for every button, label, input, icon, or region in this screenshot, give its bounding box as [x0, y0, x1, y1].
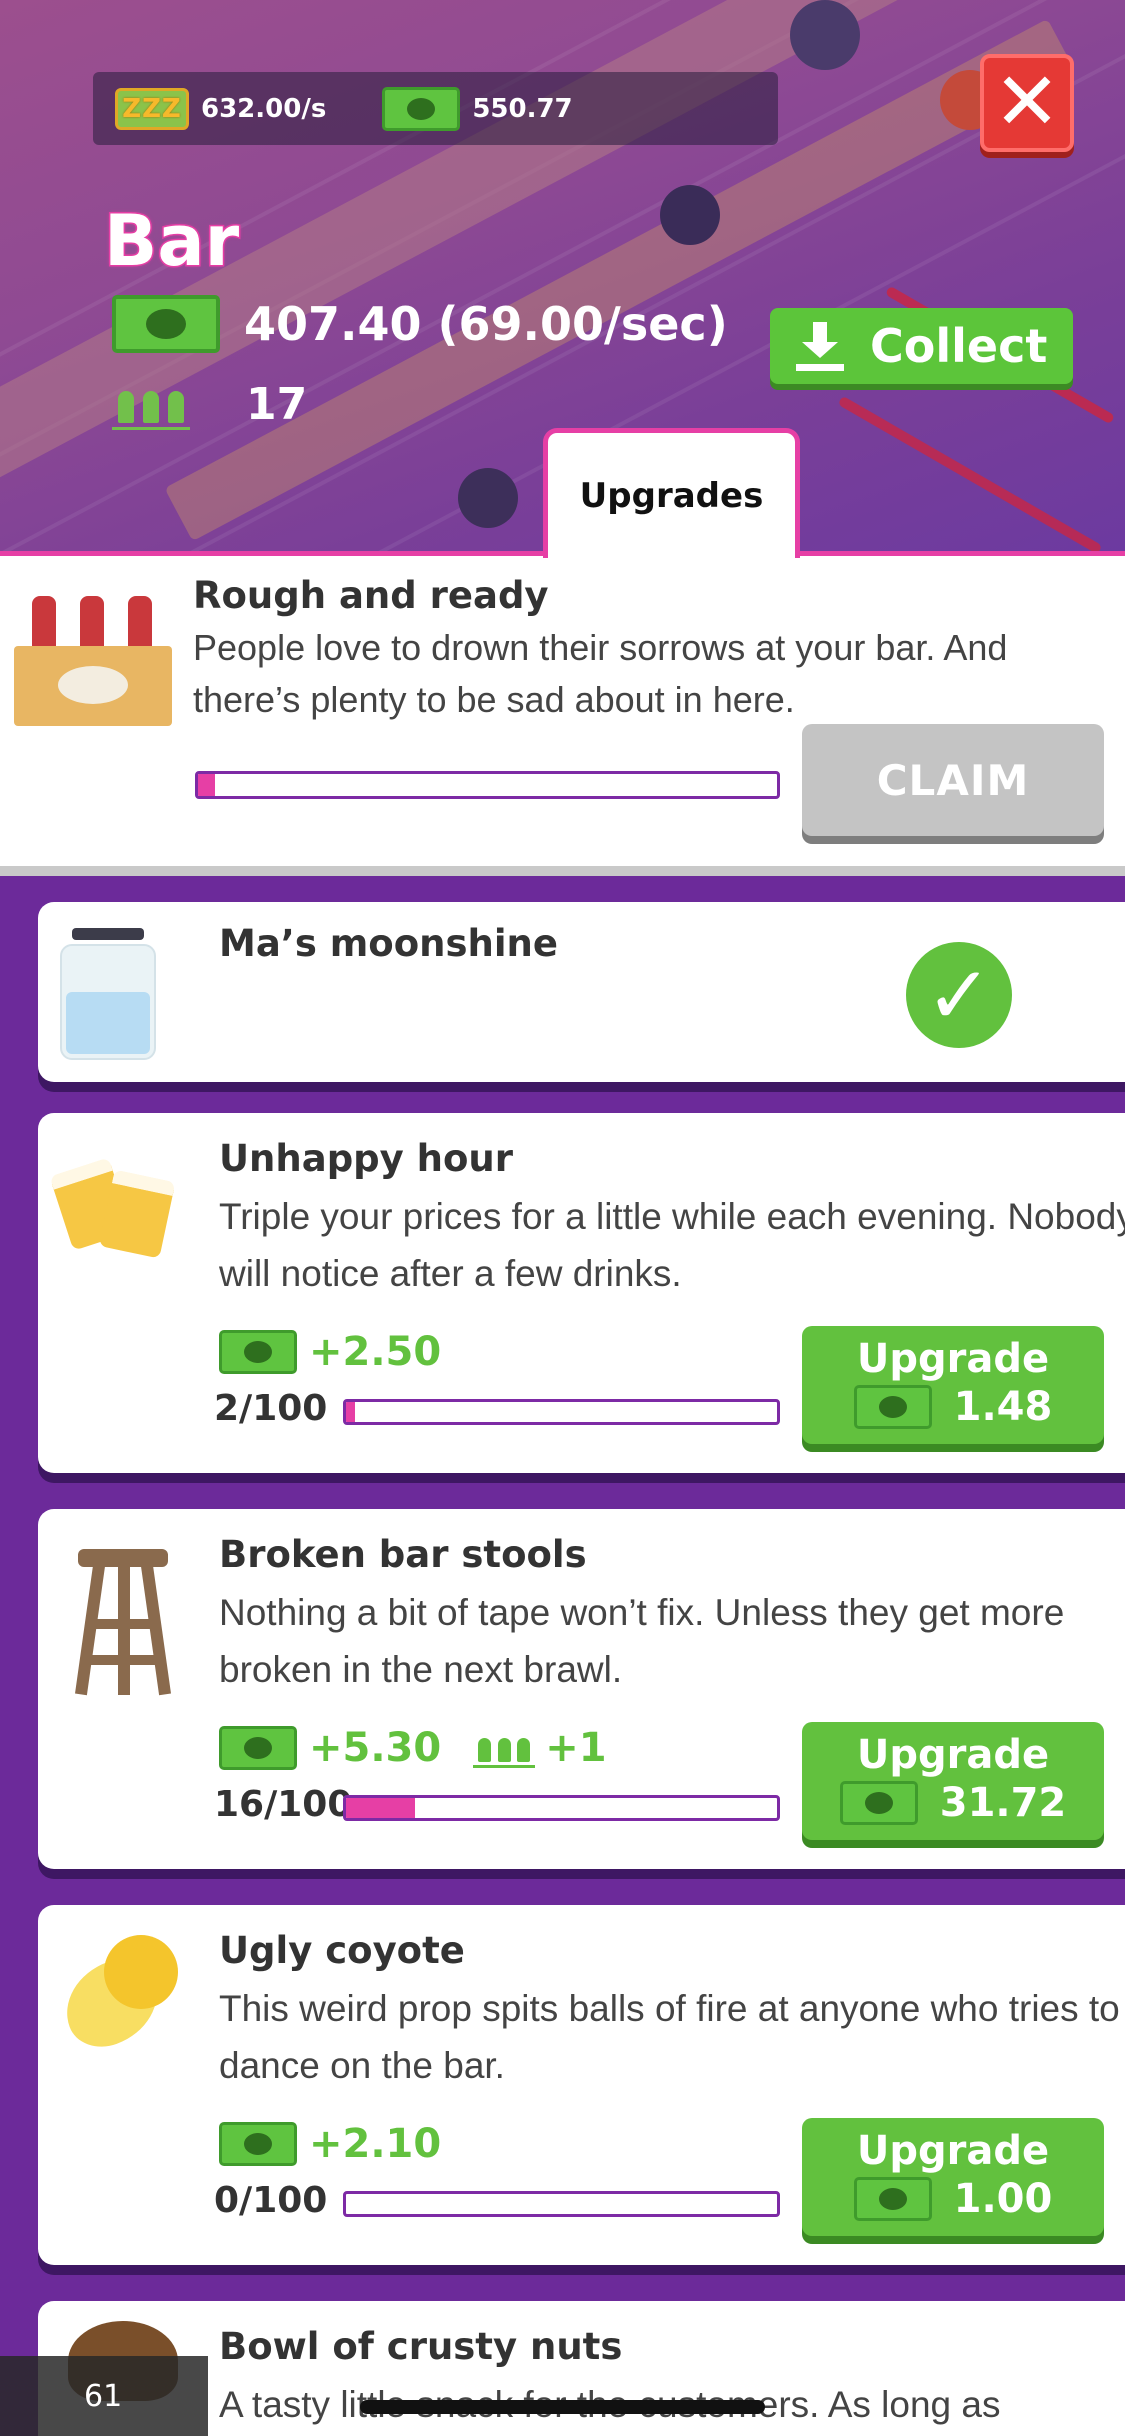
quest-panel: Rough and ready People love to drown the…	[0, 556, 1125, 876]
upgrade-description: Triple your prices for a little while ea…	[219, 1196, 1125, 1294]
upgrade-card-ugly-coyote: Ugly coyote This weird prop spits balls …	[38, 1905, 1125, 2265]
collect-label: Collect	[870, 319, 1048, 373]
download-icon	[796, 320, 844, 372]
resource-bar: ZZZ 632.00/s 550.77	[93, 72, 778, 145]
fireball-icon	[53, 1933, 190, 2058]
upgrade-progress-bar	[343, 1795, 780, 1821]
upgrade-card-bar-stools: Broken bar stools Nothing a bit of tape …	[38, 1509, 1125, 1869]
income-value: 407.40 (69.00/sec)	[244, 297, 728, 351]
upgrade-button[interactable]: Upgrade 31.72	[802, 1722, 1104, 1840]
upgrade-level: 16/100	[214, 1784, 353, 1825]
upgrade-card-unhappy-hour: Unhappy hour Triple your prices for a li…	[38, 1113, 1125, 1473]
upgrade-progress-fill	[346, 1402, 355, 1422]
upgrade-level: 2/100	[214, 1388, 328, 1429]
quest-progress-bar	[195, 771, 780, 799]
quest-description: People love to drown their sorrows at yo…	[193, 627, 1008, 720]
bar-stool-icon	[75, 1549, 171, 1699]
upgrade-cost: 1.00	[953, 2176, 1053, 2222]
income-bonus-value: +5.30	[309, 1725, 442, 1771]
tab-upgrades[interactable]: Upgrades	[543, 428, 800, 558]
quest-title: Rough and ready	[193, 574, 549, 617]
upgrade-button-label: Upgrade	[856, 1732, 1050, 1778]
venue-title: Bar	[102, 199, 240, 284]
upgrade-title: Unhappy hour	[219, 1137, 514, 1180]
cash-total: 550.77	[472, 93, 573, 124]
income-bonus: +2.50	[219, 1329, 441, 1375]
upgrade-button[interactable]: Upgrade 1.48	[802, 1326, 1104, 1444]
staff-bonus-value: +1	[545, 1725, 607, 1771]
beer-crate-icon	[14, 596, 172, 726]
staff-icon	[473, 1728, 536, 1768]
upgrade-title: Ma’s moonshine	[219, 922, 558, 965]
quest-progress-fill	[198, 774, 216, 796]
claim-button[interactable]: CLAIM	[802, 724, 1104, 836]
income-bonus: +2.10	[219, 2121, 441, 2167]
cash-icon	[853, 2177, 932, 2221]
upgrade-title: Bowl of crusty nuts	[219, 2325, 623, 2368]
upgrade-description: This weird prop spits balls of fire at a…	[219, 1988, 1120, 2086]
upgrade-title: Ugly coyote	[219, 1929, 465, 1972]
upgrade-level: 0/100	[214, 2180, 328, 2221]
moonshine-jar-icon	[60, 928, 156, 1060]
upgrade-card-moonshine: Ma’s moonshine ✓	[38, 902, 1125, 1082]
income-bonus-value: +2.10	[309, 2121, 442, 2167]
staff-count: 17	[246, 378, 308, 430]
idle-zzz-icon: ZZZ	[115, 87, 189, 130]
home-indicator[interactable]	[360, 2400, 765, 2414]
staff-row: 17	[112, 378, 307, 430]
cash-icon	[219, 1726, 297, 1770]
upgrade-progress-bar	[343, 2191, 780, 2217]
cash-icon	[219, 2122, 297, 2166]
upgrade-button-label: Upgrade	[856, 1336, 1050, 1382]
cash-icon	[219, 1330, 297, 1374]
upgrade-cost: 1.48	[953, 1384, 1053, 1430]
income-bonus: +5.30 +1	[219, 1725, 607, 1771]
upgrade-button-label: Upgrade	[856, 2128, 1050, 2174]
upgrade-cost: 31.72	[939, 1780, 1067, 1826]
upgrade-progress-bar	[343, 1399, 780, 1425]
fps-counter: 61	[0, 2356, 208, 2436]
cash-icon	[853, 1385, 932, 1429]
beer-mugs-icon	[49, 1141, 190, 1261]
income-bonus-value: +2.50	[309, 1329, 442, 1375]
idle-rate: 632.00/s	[201, 93, 327, 124]
cash-icon	[382, 86, 461, 131]
income-row: 407.40 (69.00/sec)	[112, 295, 728, 353]
cash-icon	[112, 295, 220, 353]
upgrade-description: Nothing a bit of tape won’t fix. Unless …	[219, 1592, 1065, 1690]
completed-check-icon: ✓	[906, 942, 1012, 1048]
collect-button[interactable]: Collect	[770, 308, 1073, 384]
staff-bonus: +1	[473, 1725, 607, 1771]
upgrade-title: Broken bar stools	[219, 1533, 587, 1576]
upgrade-progress-fill	[346, 1798, 415, 1818]
upgrade-button[interactable]: Upgrade 1.00	[802, 2118, 1104, 2236]
cash-icon	[839, 1781, 918, 1825]
staff-icon	[112, 378, 190, 430]
close-button[interactable]: ✕	[980, 54, 1074, 152]
